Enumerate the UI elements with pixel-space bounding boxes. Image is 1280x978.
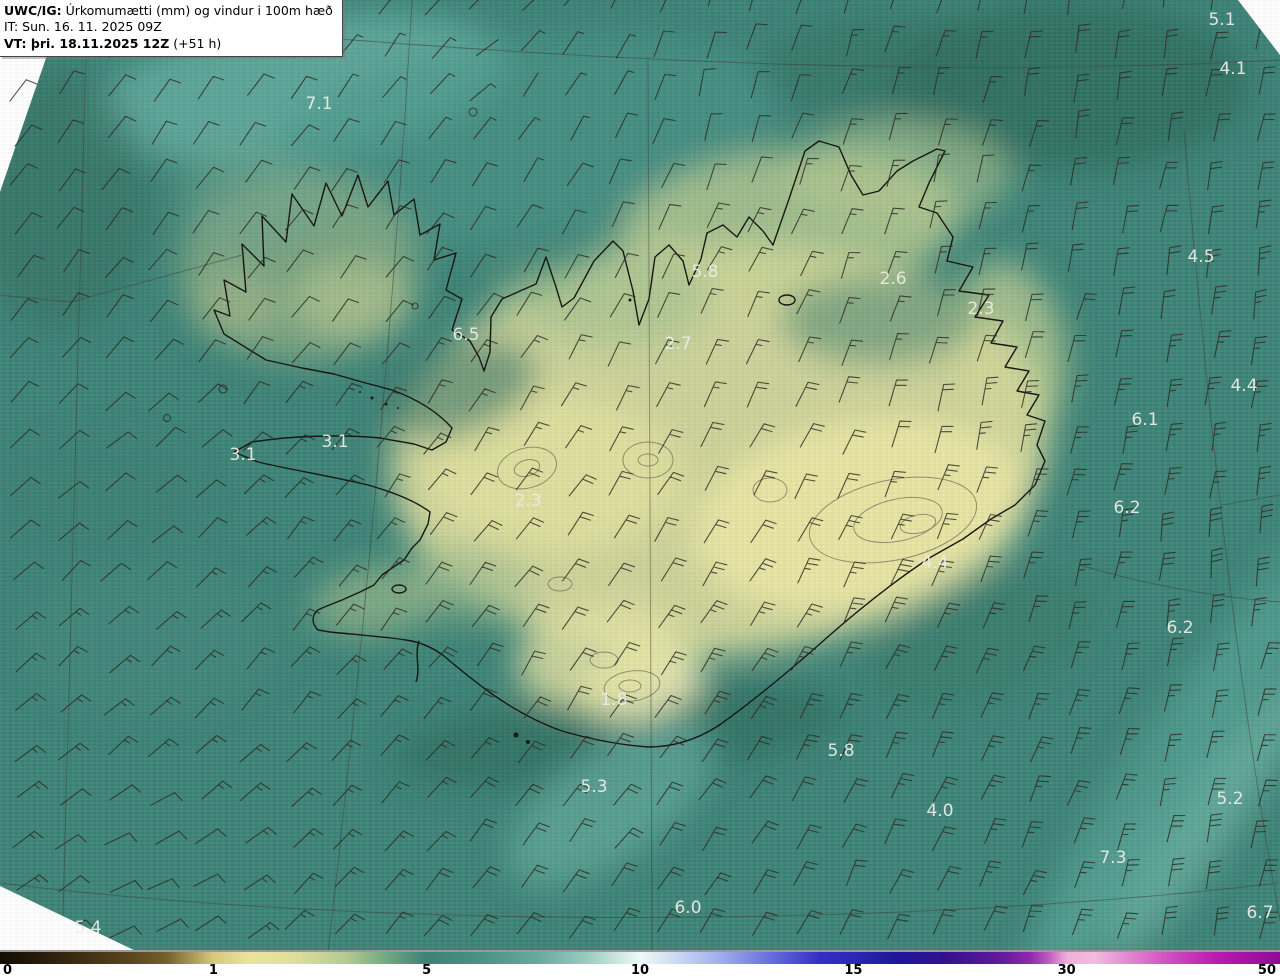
colorbar-tick-labels: 0 1 5 10 15 30 50 <box>0 964 1280 978</box>
colorbar-tick: 15 <box>844 963 863 978</box>
product-code: UWC/IG: <box>4 3 62 18</box>
colorbar-tick: 30 <box>1057 963 1076 978</box>
init-time-line: IT: Sun. 16. 11. 2025 09Z <box>4 19 162 35</box>
colorbar-tick: 10 <box>630 963 650 978</box>
map-canvas <box>0 0 1280 952</box>
product-title-line: UWC/IG: Úrkomumætti (mm) og vindur i 100… <box>4 3 333 19</box>
lead-time: (+51 h) <box>169 35 222 51</box>
colorbar-tick: 5 <box>422 963 432 978</box>
product-description: Úrkomumætti (mm) og vindur i 100m hæð <box>61 3 333 18</box>
valid-time: VT: þri. 18.11.2025 12Z <box>4 35 170 51</box>
colorbar-tick: 0 <box>3 963 13 978</box>
colorbar-tick: 50 <box>1257 963 1276 978</box>
colorbar-tick: 1 <box>208 963 218 978</box>
map-fill-layer <box>0 0 1280 952</box>
iceland-precip-wind-map <box>0 0 1280 952</box>
valid-time-line: VT: þri. 18.11.2025 12Z (+51 h) <box>4 36 333 52</box>
weather-map-page: 7.1 5.1 4.1 4.5 5.8 2.6 2.3 6.5 2.7 4.4 6.1 3.1 3.1 2… <box>0 0 1280 978</box>
precip-colorbar: 0 1 5 10 15 30 50 <box>0 950 1280 978</box>
map-title-box: UWC/IG: Úrkomumætti (mm) og vindur i 100… <box>0 0 343 57</box>
